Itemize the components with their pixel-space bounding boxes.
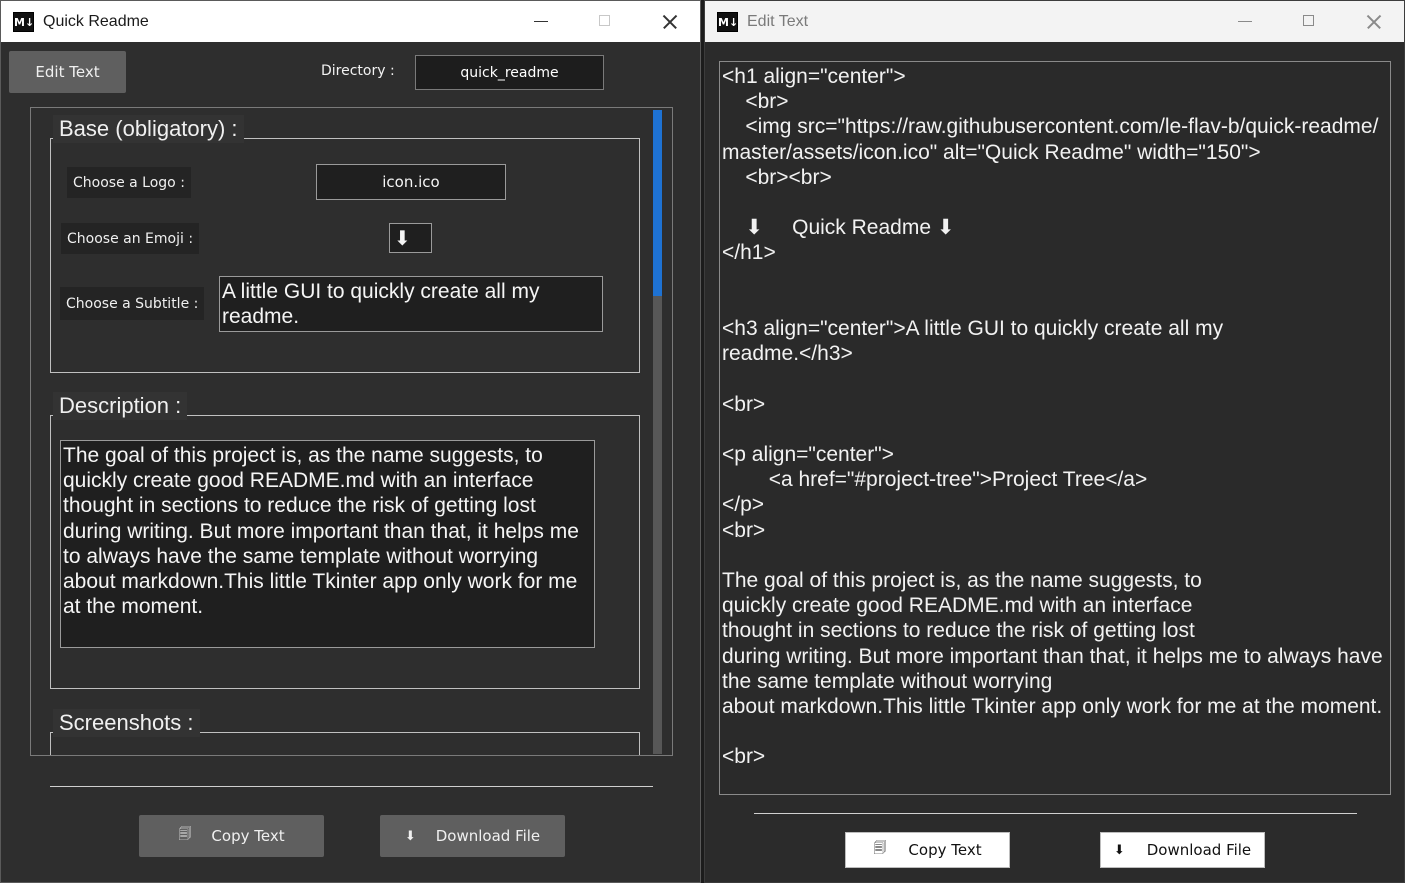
edit-text-window: M↓ Edit Text <h1 align="center"> <br> <i… xyxy=(704,0,1405,883)
download-arrow-icon: ⬇ xyxy=(1113,842,1125,858)
window-controls xyxy=(508,1,700,42)
description-textarea[interactable]: The goal of this project is, as the name… xyxy=(60,440,595,648)
window-title: Quick Readme xyxy=(43,12,149,30)
copy-text-button[interactable]: 🗐 Copy Text xyxy=(139,815,324,857)
window-controls xyxy=(1212,1,1404,42)
download-file-button[interactable]: ⬇ Download File xyxy=(1100,832,1265,868)
download-file-button[interactable]: ⬇ Download File xyxy=(380,815,565,857)
title-bar[interactable]: M↓ Quick Readme xyxy=(1,1,700,42)
close-icon[interactable] xyxy=(636,1,700,42)
copy-icon: 🗐 xyxy=(178,827,192,842)
logo-label: Choose a Logo : xyxy=(67,167,191,198)
close-icon[interactable] xyxy=(1340,1,1404,42)
quick-readme-window: M↓ Quick Readme Edit Text Directory : qu… xyxy=(0,0,701,883)
subtitle-label: Choose a Subtitle : xyxy=(60,287,205,320)
screenshots-group: Screenshots : xyxy=(50,709,640,755)
markdown-text-editor[interactable]: <h1 align="center"> <br> <img src="https… xyxy=(719,61,1391,795)
directory-label: Directory : xyxy=(321,63,395,79)
markdown-source-text[interactable]: <h1 align="center"> <br> <img src="https… xyxy=(720,62,1390,770)
sections-content: Base (obligatory) : Choose a Logo : icon… xyxy=(31,108,653,755)
copy-text-label: Copy Text xyxy=(211,827,285,845)
download-file-label: Download File xyxy=(1146,841,1252,859)
copy-text-button[interactable]: 🗐 Copy Text xyxy=(845,832,1010,868)
minimize-icon[interactable] xyxy=(1212,1,1276,42)
description-group-title: Description : xyxy=(53,392,188,420)
markdown-app-icon: M↓ xyxy=(717,11,738,32)
screenshots-group-title: Screenshots : xyxy=(53,709,200,737)
window-title: Edit Text xyxy=(747,12,809,30)
emoji-label: Choose an Emoji : xyxy=(61,223,200,254)
subtitle-input[interactable]: A little GUI to quickly create all my re… xyxy=(219,276,603,332)
minimize-icon[interactable] xyxy=(508,1,572,42)
download-arrow-icon: ⬇ xyxy=(404,828,416,844)
edit-text-button[interactable]: Edit Text xyxy=(9,51,126,93)
directory-input[interactable]: quick_readme xyxy=(415,55,604,90)
separator-line xyxy=(754,813,1357,814)
maximize-icon[interactable] xyxy=(572,1,636,42)
copy-icon: 🗐 xyxy=(873,841,887,856)
sections-scroll-frame: Base (obligatory) : Choose a Logo : icon… xyxy=(30,107,673,756)
base-group: Base (obligatory) : Choose a Logo : icon… xyxy=(50,115,640,373)
scrollbar-thumb[interactable] xyxy=(653,110,662,296)
markdown-app-icon: M↓ xyxy=(13,11,34,32)
download-file-label: Download File xyxy=(435,827,541,845)
emoji-input[interactable]: ⬇ xyxy=(389,223,432,253)
logo-input[interactable]: icon.ico xyxy=(316,164,506,200)
separator-line xyxy=(50,786,653,787)
description-group: Description : The goal of this project i… xyxy=(50,392,640,689)
base-group-title: Base (obligatory) : xyxy=(53,115,244,143)
title-bar[interactable]: M↓ Edit Text xyxy=(705,1,1404,42)
vertical-scrollbar[interactable] xyxy=(653,110,662,754)
copy-text-label: Copy Text xyxy=(908,841,982,859)
maximize-icon[interactable] xyxy=(1276,1,1340,42)
